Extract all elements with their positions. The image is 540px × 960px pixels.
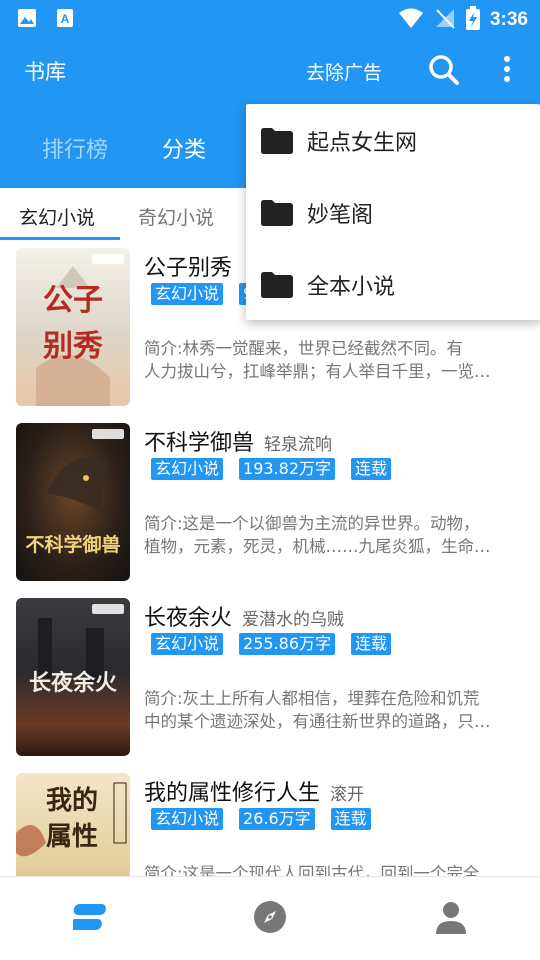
search-icon[interactable] — [428, 54, 460, 90]
list-item[interactable]: 我的 属性 我的属性修行人生 滚开 玄幻小说 26.6万字 连载 简介:这是一个现… — [0, 765, 540, 876]
book-title-text: 不科学御兽 — [144, 431, 255, 456]
menu-item-label: 全本小说 — [307, 275, 396, 300]
compass-icon[interactable] — [254, 901, 286, 937]
menu-item-miaobige[interactable]: 妙笔阁 — [246, 176, 540, 248]
book-description: 简介:这是一个现代人回到古代，回到一个完全 — [144, 862, 520, 876]
book-list[interactable]: 公子 别秀 公子别秀 玄幻小说 9 简介:林秀一觉醒来，世界已经截然不同。有 人… — [0, 240, 540, 876]
book-tags: 玄幻小说 193.82万字 连载 — [151, 458, 392, 480]
book-tags: 玄幻小说 26.6万字 连载 — [151, 808, 371, 830]
page-title: 书库 — [24, 60, 66, 84]
desc-line: 简介:这是一个现代人回到古代，回到一个完全 — [144, 864, 480, 876]
a-box-icon: A — [54, 7, 76, 33]
app-bar: 书库 去除广告 — [0, 36, 540, 104]
book-title[interactable]: 不科学御兽 轻泉流响 — [144, 425, 332, 457]
desc-line: 人力拔山兮，扛峰举鼎；有人举目千里，一览… — [144, 362, 491, 381]
battery-charging-icon — [465, 6, 480, 34]
tab-category[interactable]: 分类 — [162, 132, 206, 164]
status-tag: 连载 — [351, 458, 392, 480]
list-item[interactable]: 不科学御兽 不科学御兽 轻泉流响 玄幻小说 193.82万字 连载 简介:这是一个… — [0, 415, 540, 590]
status-tag: 连载 — [351, 633, 392, 655]
signal-off-icon — [434, 7, 456, 33]
status-bar: A 3:36 — [0, 0, 540, 36]
book-description: 简介:林秀一觉醒来，世界已经截然不同。有 人力拔山兮，扛峰举鼎；有人举目千里，一… — [144, 337, 520, 383]
book-description: 简介:这是一个以御兽为主流的异世界。动物， 植物，元素，死灵，机械……九尾炎狐，… — [144, 512, 520, 558]
genre-tag: 玄幻小说 — [151, 633, 224, 655]
menu-item-label: 起点女生网 — [307, 131, 418, 156]
book-tags: 玄幻小说 255.86万字 连载 — [151, 633, 392, 655]
word-count-tag: 26.6万字 — [239, 808, 315, 830]
menu-item-label: 妙笔阁 — [307, 203, 374, 228]
folder-icon — [261, 272, 293, 302]
book-cover: 公子 别秀 — [16, 248, 130, 406]
genre-tag: 玄幻小说 — [151, 458, 224, 480]
book-tags: 玄幻小说 9 — [151, 283, 258, 305]
word-count-tag: 193.82万字 — [239, 458, 336, 480]
desc-line: 中的某个遗迹深处，有通往新世界的道路，只… — [144, 712, 491, 731]
list-item[interactable]: 长夜余火 长夜余火 爱潜水的乌贼 玄幻小说 255.86万字 连载 简介:灰土上所… — [0, 590, 540, 765]
book-title[interactable]: 公子别秀 — [144, 250, 232, 282]
svg-text:属性: 属性 — [46, 822, 98, 852]
book-title-text: 公子别秀 — [144, 256, 233, 281]
menu-item-qidian-female[interactable]: 起点女生网 — [246, 104, 540, 176]
remove-ads-button[interactable]: 去除广告 — [306, 58, 382, 85]
subtab-xuanhuan[interactable]: 玄幻小说 — [19, 203, 95, 230]
book-title-text: 长夜余火 — [144, 606, 233, 631]
image-icon — [16, 7, 38, 33]
desc-line: 植物，元素，死灵，机械……九尾炎狐，生命… — [144, 537, 491, 556]
tab-ranking[interactable]: 排行榜 — [42, 132, 108, 164]
book-title-text: 我的属性修行人生 — [144, 781, 321, 806]
svg-text:长夜余火: 长夜余火 — [29, 670, 117, 696]
bookshelf-icon[interactable] — [69, 901, 107, 937]
desc-line: 简介:灰土上所有人都相信，埋葬在危险和饥荒 — [144, 689, 480, 708]
desc-line: 简介:这是一个以御兽为主流的异世界。动物， — [144, 514, 480, 533]
svg-text:A: A — [61, 12, 70, 26]
book-title[interactable]: 长夜余火 爱潜水的乌贼 — [144, 600, 344, 632]
source-dropdown-menu: 起点女生网 妙笔阁 全本小说 — [246, 104, 540, 320]
book-author: 滚开 — [330, 785, 365, 805]
menu-item-quanben[interactable]: 全本小说 — [246, 248, 540, 320]
wifi-icon — [398, 7, 424, 33]
genre-tag: 玄幻小说 — [151, 283, 224, 305]
desc-line: 简介:林秀一觉醒来，世界已经截然不同。有 — [144, 339, 464, 358]
book-description: 简介:灰土上所有人都相信，埋葬在危险和饥荒 中的某个遗迹深处，有通往新世界的道路… — [144, 687, 520, 733]
folder-icon — [261, 128, 293, 158]
book-author: 爱潜水的乌贼 — [242, 610, 345, 630]
svg-text:别秀: 别秀 — [43, 329, 103, 364]
word-count-tag: 255.86万字 — [239, 633, 336, 655]
book-title[interactable]: 我的属性修行人生 滚开 — [144, 775, 364, 807]
book-cover: 长夜余火 — [16, 598, 130, 756]
bottom-nav — [0, 876, 540, 960]
svg-text:公子: 公子 — [43, 283, 103, 318]
status-tag: 连载 — [330, 808, 371, 830]
folder-icon — [261, 200, 293, 230]
subtab-qihuan[interactable]: 奇幻小说 — [138, 203, 214, 230]
book-author: 轻泉流响 — [264, 435, 333, 455]
svg-text:我的: 我的 — [46, 785, 98, 816]
genre-tag: 玄幻小说 — [151, 808, 224, 830]
clock: 3:36 — [489, 9, 528, 30]
book-cover: 不科学御兽 — [16, 423, 130, 581]
svg-text:不科学御兽: 不科学御兽 — [25, 533, 120, 556]
person-icon[interactable] — [435, 901, 467, 939]
book-cover: 我的 属性 — [16, 773, 130, 876]
more-vert-icon[interactable] — [498, 54, 516, 90]
